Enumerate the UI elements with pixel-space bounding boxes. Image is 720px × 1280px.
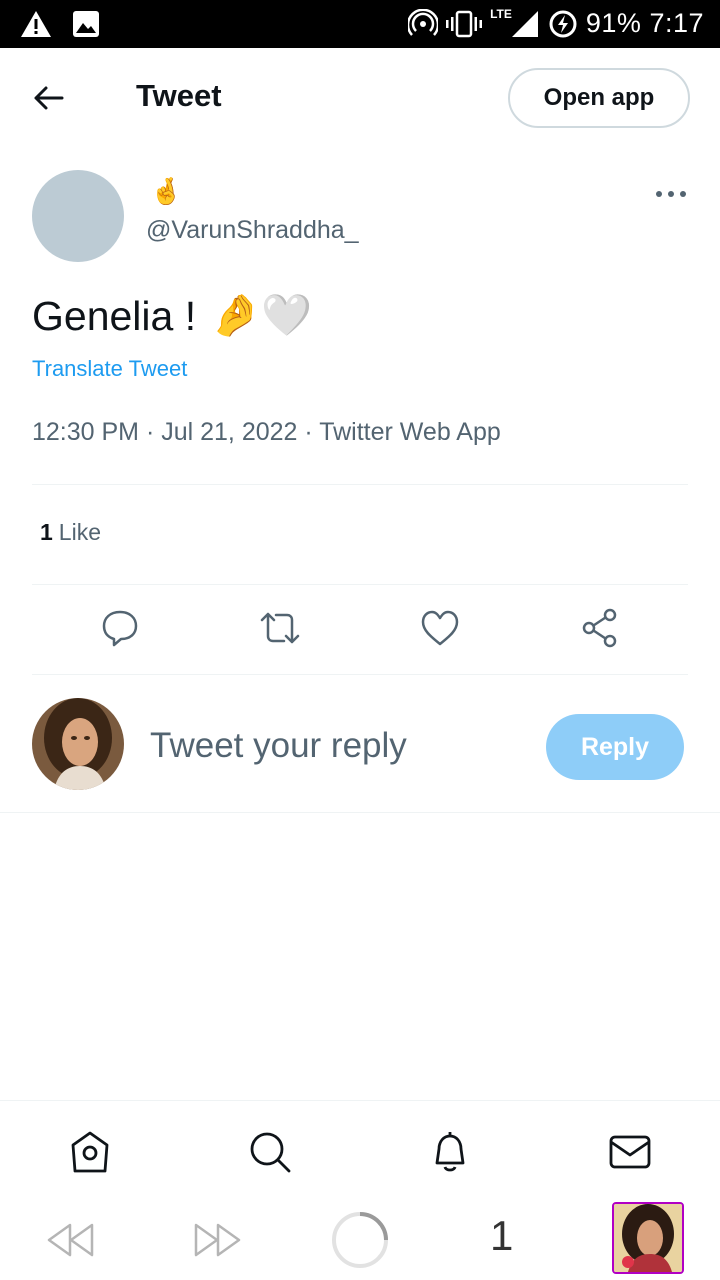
- divider: [32, 484, 688, 485]
- messages-icon[interactable]: [607, 1129, 653, 1175]
- like-icon[interactable]: [418, 606, 462, 650]
- like-count: 1: [40, 519, 53, 545]
- open-app-button[interactable]: Open app: [508, 68, 690, 128]
- warning-icon: [21, 11, 51, 37]
- fast-forward-icon[interactable]: [192, 1222, 242, 1258]
- rewind-icon[interactable]: [46, 1222, 96, 1258]
- home-icon[interactable]: [67, 1129, 113, 1175]
- notifications-icon[interactable]: [427, 1129, 473, 1175]
- reply-icon[interactable]: [98, 606, 142, 650]
- image-icon: [73, 11, 99, 37]
- tweet-text: Genelia ! 🤌🤍: [32, 292, 312, 340]
- tweet-text-body: Genelia !: [32, 292, 197, 339]
- tab-thumbnail[interactable]: [612, 1202, 684, 1274]
- author-handle[interactable]: @VarunShraddha_: [146, 216, 359, 245]
- tab-count[interactable]: 1: [490, 1212, 513, 1260]
- reply-input[interactable]: Tweet your reply: [150, 726, 407, 766]
- battery-level: 91%: [585, 8, 642, 38]
- like-label: Like: [58, 519, 101, 545]
- vibrate-icon: [446, 10, 483, 37]
- reply-button[interactable]: Reply: [546, 714, 684, 780]
- tweet-meta: 12:30 PM · Jul 21, 2022 · Twitter Web Ap…: [32, 418, 501, 446]
- retweet-icon[interactable]: [258, 606, 302, 650]
- network-type: LTE: [490, 6, 512, 21]
- browser-bar: 1: [0, 1200, 720, 1280]
- signal-icon: [511, 10, 538, 37]
- divider: [32, 674, 688, 675]
- divider: [32, 584, 688, 585]
- divider: [0, 812, 720, 813]
- author-avatar[interactable]: [32, 170, 124, 262]
- more-horizontal-icon[interactable]: [654, 182, 688, 206]
- share-icon[interactable]: [578, 606, 622, 650]
- arrow-left-icon[interactable]: [30, 80, 66, 116]
- loading-icon[interactable]: [330, 1210, 390, 1270]
- top-bar: Tweet Open app: [0, 48, 720, 148]
- bottom-nav: [0, 1100, 720, 1200]
- tweet-actions: [0, 606, 720, 652]
- data-saver-icon: [549, 10, 577, 37]
- search-icon[interactable]: [247, 1129, 293, 1175]
- status-bar: LTE 91% 7:17: [0, 0, 720, 48]
- clock: 7:17: [649, 8, 704, 38]
- page-title: Tweet: [136, 78, 222, 113]
- translate-tweet-link[interactable]: Translate Tweet: [32, 356, 187, 382]
- hotspot-icon: [408, 8, 439, 36]
- like-stats[interactable]: 1 Like: [40, 519, 101, 546]
- user-avatar[interactable]: [32, 698, 124, 790]
- tweet-emojis: 🤌🤍: [210, 292, 313, 338]
- author-name[interactable]: 🤞: [150, 176, 182, 207]
